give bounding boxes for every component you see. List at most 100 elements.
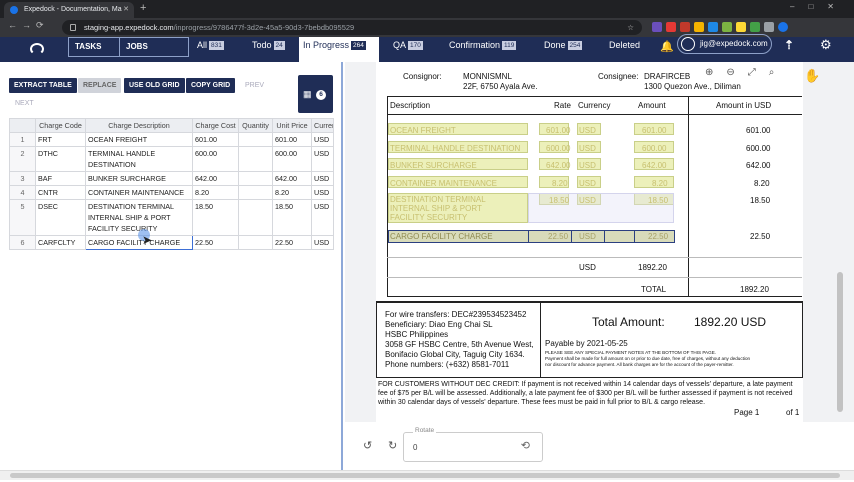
scrollbar-thumb[interactable] bbox=[10, 473, 840, 478]
rotate-toolbar: ↺ ↻ Rotate 0 ⟲ bbox=[345, 422, 854, 470]
charge-description-cell[interactable]: OCEAN FREIGHT bbox=[85, 132, 193, 147]
new-tab-icon[interactable]: + bbox=[140, 2, 146, 14]
unit-price-cell[interactable]: 601.00 bbox=[272, 132, 312, 147]
charge-code-cell[interactable]: DTHC bbox=[35, 146, 86, 172]
rotate-right-icon[interactable]: ↻ bbox=[388, 439, 397, 452]
line-currency: USD bbox=[579, 126, 596, 135]
charge-code-cell[interactable]: BAF bbox=[35, 171, 86, 186]
grid-toggle-button[interactable]: ▦ 6 bbox=[298, 75, 333, 113]
unit-price-cell[interactable]: 22.50 bbox=[272, 235, 312, 250]
tab-all[interactable]: All 831 bbox=[193, 37, 228, 62]
next-button[interactable]: NEXT bbox=[10, 96, 39, 111]
charge-description-cell[interactable]: CONTAINER MAINTENANCE bbox=[85, 185, 193, 200]
reset-rotation-icon[interactable]: ⟲ bbox=[521, 439, 530, 452]
pan-hand-icon[interactable]: ✋ bbox=[804, 68, 820, 84]
grid-header-cell[interactable]: Curren bbox=[311, 118, 334, 133]
extension-icon[interactable] bbox=[680, 22, 690, 32]
extension-icon[interactable] bbox=[722, 22, 732, 32]
currency-cell[interactable]: USD bbox=[311, 171, 334, 186]
tasks-button[interactable]: TASKS bbox=[68, 37, 124, 57]
prev-button[interactable]: PREV bbox=[240, 78, 269, 93]
jobs-button[interactable]: JOBS bbox=[119, 37, 189, 57]
quantity-cell[interactable] bbox=[238, 235, 273, 250]
tab-confirmation[interactable]: Confirmation 119 bbox=[445, 37, 520, 62]
user-menu[interactable]: jig@expedock.com bbox=[677, 34, 772, 54]
window-controls[interactable]: –□✕ bbox=[790, 2, 848, 11]
vertical-scrollbar[interactable] bbox=[837, 272, 843, 412]
extension-icon[interactable] bbox=[764, 22, 774, 32]
quantity-cell[interactable] bbox=[238, 171, 273, 186]
bookmark-star-icon[interactable]: ☆ bbox=[627, 20, 634, 35]
quantity-cell[interactable] bbox=[238, 199, 273, 236]
currency-cell[interactable]: USD bbox=[311, 235, 334, 250]
currency-cell[interactable]: USD bbox=[311, 199, 334, 236]
charge-cost-cell[interactable]: 601.00 bbox=[192, 132, 239, 147]
tab-deleted[interactable]: Deleted bbox=[605, 37, 644, 62]
charge-cost-cell[interactable]: 8.20 bbox=[192, 185, 239, 200]
tab-qa[interactable]: QA 170 bbox=[389, 37, 427, 62]
extension-icon[interactable] bbox=[708, 22, 718, 32]
charges-grid[interactable]: Charge Code Charge Description Charge Cost… bbox=[9, 118, 334, 250]
unit-price-cell[interactable]: 600.00 bbox=[272, 146, 312, 172]
close-tab-icon[interactable]: ✕ bbox=[123, 2, 129, 17]
charge-cost-cell[interactable]: 642.00 bbox=[192, 171, 239, 186]
currency-cell[interactable]: USD bbox=[311, 146, 334, 172]
table-row[interactable]: 6 CARFCLTY CARGO FACILITY CHARGE 22.50 22.50… bbox=[9, 235, 334, 250]
replace-button[interactable]: REPLACE bbox=[78, 78, 122, 93]
table-row[interactable]: 4 CNTR CONTAINER MAINTENANCE 8.20 8.20 USD bbox=[9, 185, 334, 200]
extension-icon[interactable] bbox=[652, 22, 662, 32]
rotate-input[interactable]: Rotate 0 ⟲ bbox=[403, 427, 543, 462]
logo-icon[interactable] bbox=[30, 43, 44, 55]
extract-table-button[interactable]: EXTRACT TABLE bbox=[9, 78, 77, 93]
charge-code-cell[interactable]: CNTR bbox=[35, 185, 86, 200]
charge-cost-cell[interactable]: 22.50 bbox=[192, 235, 239, 250]
charge-description-cell[interactable]: BUNKER SURCHARGE bbox=[85, 171, 193, 186]
charge-code-cell[interactable]: CARFCLTY bbox=[35, 235, 86, 250]
unit-price-cell[interactable]: 18.50 bbox=[272, 199, 312, 236]
unit-price-cell[interactable]: 8.20 bbox=[272, 185, 312, 200]
charge-cost-cell[interactable]: 18.50 bbox=[192, 199, 239, 236]
table-row[interactable]: 1 FRT OCEAN FREIGHT 601.00 601.00 USD bbox=[9, 132, 334, 147]
extension-icon[interactable] bbox=[666, 22, 676, 32]
table-row[interactable]: 5 DSEC DESTINATION TERMINAL INTERNAL SHIP … bbox=[9, 199, 334, 236]
table-row[interactable]: 2 DTHC TERMINAL HANDLE DESTINATION 600.00 60… bbox=[9, 146, 334, 172]
grid-header-cell[interactable]: Quantity bbox=[238, 118, 273, 133]
charge-cost-cell[interactable]: 600.00 bbox=[192, 146, 239, 172]
horizontal-scrollbar[interactable] bbox=[0, 470, 854, 480]
tab-todo[interactable]: Todo 24 bbox=[248, 37, 289, 62]
rotate-left-icon[interactable]: ↺ bbox=[363, 439, 372, 452]
wire-line: Beneficiary: Diao Eng Chai SL bbox=[385, 320, 493, 329]
charge-code-cell[interactable]: DSEC bbox=[35, 199, 86, 236]
extension-icon[interactable] bbox=[694, 22, 704, 32]
bell-icon[interactable]: 🔔 bbox=[660, 40, 674, 53]
profile-icon[interactable] bbox=[778, 22, 788, 32]
grid-header-cell[interactable]: Charge Description bbox=[85, 118, 193, 133]
table-row[interactable]: 3 BAF BUNKER SURCHARGE 642.00 642.00 USD bbox=[9, 171, 334, 186]
copy-grid-button[interactable]: COPY GRID bbox=[186, 78, 236, 93]
grid-header-cell[interactable]: Charge Code bbox=[35, 118, 86, 133]
line-rate: 22.50 bbox=[548, 232, 569, 241]
upload-icon[interactable]: ⇡ bbox=[784, 38, 794, 52]
charge-description-cell[interactable]: TERMINAL HANDLE DESTINATION bbox=[85, 146, 193, 172]
url-input[interactable]: staging-app.expedock.com/inprogress/9786… bbox=[62, 20, 642, 35]
quantity-cell[interactable] bbox=[238, 132, 273, 147]
extension-icons[interactable] bbox=[652, 22, 792, 33]
tab-in-progress[interactable]: In Progress 264 bbox=[299, 37, 379, 62]
currency-cell[interactable]: USD bbox=[311, 185, 334, 200]
quantity-cell[interactable] bbox=[238, 146, 273, 172]
quantity-cell[interactable] bbox=[238, 185, 273, 200]
extension-icon[interactable] bbox=[736, 22, 746, 32]
grid-header-cell[interactable]: Unit Price bbox=[272, 118, 312, 133]
grid-header-cell[interactable]: Charge Cost bbox=[192, 118, 239, 133]
currency-cell[interactable]: USD bbox=[311, 132, 334, 147]
gear-icon[interactable]: ⚙ bbox=[820, 37, 832, 53]
use-old-grid-button[interactable]: USE OLD GRID bbox=[124, 78, 185, 93]
charge-code-cell[interactable]: FRT bbox=[35, 132, 86, 147]
extension-icon[interactable] bbox=[750, 22, 760, 32]
tab-done[interactable]: Done 254 bbox=[540, 37, 586, 62]
grid-header-cell[interactable] bbox=[9, 118, 36, 133]
browser-tab[interactable]: Expedock - Documentation, Ma ✕ bbox=[4, 2, 134, 18]
nav-buttons[interactable]: ←→⟳ bbox=[8, 20, 49, 31]
unit-price-cell[interactable]: 642.00 bbox=[272, 171, 312, 186]
zoom-controls[interactable]: ⊕⊖⤢⌕ bbox=[705, 67, 787, 78]
